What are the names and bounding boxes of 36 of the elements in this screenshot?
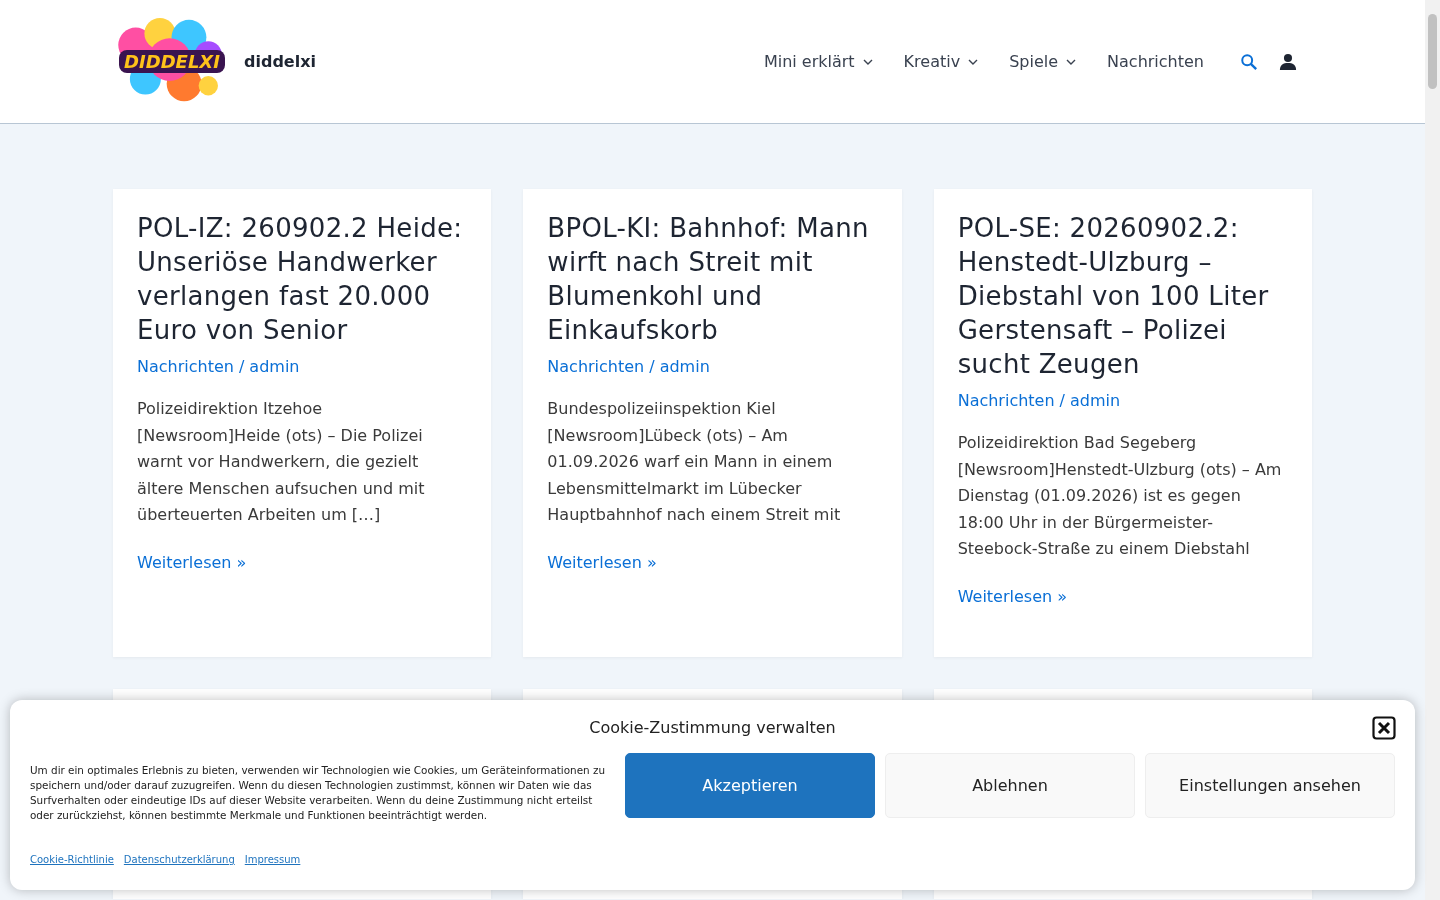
close-icon[interactable] bbox=[1372, 716, 1396, 740]
category-link[interactable]: Nachrichten bbox=[957, 391, 1055, 410]
read-more-link[interactable]: Weiterlesen » bbox=[547, 552, 657, 572]
read-more-link[interactable]: Weiterlesen » bbox=[957, 586, 1067, 606]
post-title-link[interactable]: POL-SE: 20260902.2: Henstedt-Ulzburg – Diebstahl von 100 Liter Gerstensaft – Polizei sucht Zeugen bbox=[957, 211, 1288, 381]
site-title-link[interactable]: diddelxi bbox=[244, 52, 316, 71]
post-excerpt: Bundespolizeiinspektion Kiel [Newsroom]Lübeck (ots) – Am 01.09.2026 warf ein Mann in einem Lebensmittelmarkt im Lübecker Hauptbahnhof nach einem Streit mit bbox=[547, 398, 842, 526]
consent-text: Um dir ein optimales Erlebnis zu bieten, verwenden wir Technologien wie Cookies, um Geräteinformationen zu speichern und/oder darauf zuzugreifen. Wenn du diesen Technologien zustimmst, können wir Daten wie das Surfverhalten oder eindeutige IDs auf dieser Website verarbeiten. Wenn du deine Zustimmung nicht erteilst oder zurückziehst, können bestimmte Merkmale und Funktionen beeinträchtigt werden. bbox=[30, 763, 605, 823]
post-excerpt: Polizeidirektion Bad Segeberg [Newsroom]Henstedt-Ulzburg (ots) – Am Dienstag (01.09.2026) ist es gegen 18:00 Uhr in der Bürgermeister-Steebock-Straße zu einem Diebstahl bbox=[957, 432, 1283, 560]
site-logo[interactable]: DIDDELXI bbox=[116, 15, 228, 108]
banner-title: Cookie-Zustimmung verwalten bbox=[589, 718, 836, 737]
policy-link[interactable]: Datenschutzerklärung bbox=[123, 854, 235, 865]
meta-separator: / bbox=[238, 357, 245, 376]
scrollbar[interactable] bbox=[1425, 0, 1440, 900]
policy-link[interactable]: Cookie-Richtlinie bbox=[30, 854, 114, 865]
author-link[interactable]: admin bbox=[249, 357, 300, 376]
post-title-link[interactable]: BPOL-KI: Bahnhof: Mann wirft nach Streit mit Blumenkohl und Einkaufskorb bbox=[547, 211, 878, 347]
nav-menu-item[interactable]: Mini erklärt bbox=[763, 52, 873, 71]
search-icon[interactable] bbox=[1240, 52, 1258, 71]
consent-button[interactable]: Einstellungen ansehen bbox=[1145, 753, 1395, 818]
accept-button[interactable]: Akzeptieren bbox=[625, 753, 875, 818]
author-link[interactable]: admin bbox=[1070, 391, 1121, 410]
consent-button[interactable]: Ablehnen bbox=[885, 753, 1135, 818]
user-account-icon[interactable] bbox=[1279, 52, 1297, 71]
category-link[interactable]: Nachrichten bbox=[547, 357, 645, 376]
read-more-link[interactable]: Weiterlesen » bbox=[137, 552, 247, 572]
category-link[interactable]: Nachrichten bbox=[137, 357, 234, 376]
meta-separator: / bbox=[1059, 391, 1065, 410]
nav-menu-item[interactable]: Nachrichten bbox=[1107, 52, 1204, 71]
nav-menu-item[interactable]: Spiele bbox=[1009, 52, 1077, 71]
author-link[interactable]: admin bbox=[659, 357, 710, 376]
post-title-link[interactable]: POL-IZ: 260902.2 Heide: Unseriöse Handwerker verlangen fast 20.000 Euro von Senior bbox=[137, 211, 468, 347]
meta-separator: / bbox=[649, 357, 655, 376]
policy-link[interactable]: Impressum bbox=[244, 854, 301, 865]
post-excerpt: Polizeidirektion Itzehoe [Newsroom]Heide (ots) – Die Polizei warnt vor Handwerkern, die gezielt ältere Menschen aufsuchen und mit überteuerten Arbeiten um […] bbox=[137, 398, 426, 526]
nav-menu-item[interactable]: Kreativ bbox=[903, 52, 979, 71]
